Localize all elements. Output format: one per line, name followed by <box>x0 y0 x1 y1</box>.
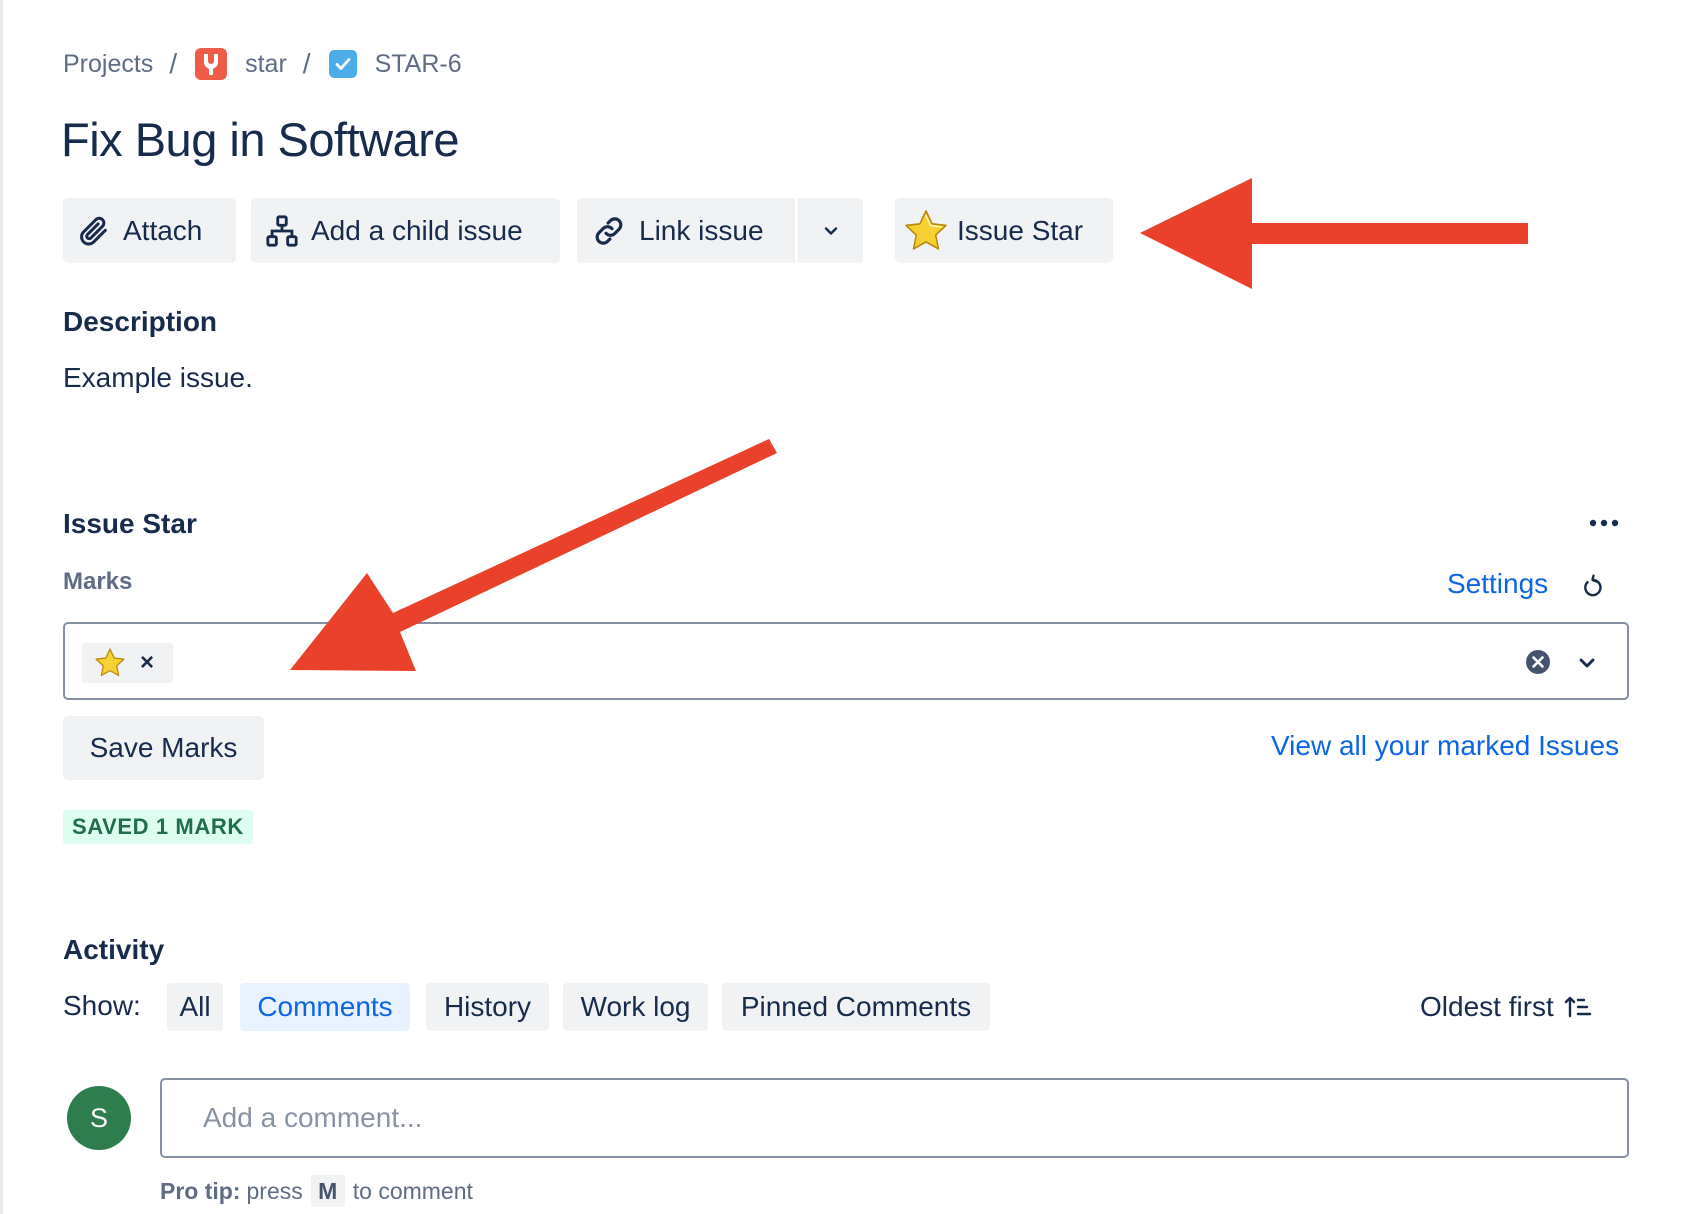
chevron-down-icon <box>824 226 837 235</box>
pro-tip-label: Pro tip: <box>160 1177 241 1204</box>
view-marked-issues-link[interactable]: View all your marked Issues <box>1271 730 1619 762</box>
breadcrumb: Projects / star / STAR-6 <box>63 44 462 84</box>
annotation-arrows <box>290 178 1528 671</box>
breadcrumb-project-link[interactable]: star <box>245 50 287 79</box>
link-issue-split-button: Link issue <box>577 198 863 263</box>
description-heading: Description <box>63 306 218 337</box>
chevron-down-icon[interactable] <box>1575 651 1599 675</box>
pro-tip-suffix-text: to comment <box>352 1177 473 1204</box>
sort-order-label: Oldest first <box>1420 991 1554 1022</box>
link-issue-button[interactable]: Link issue <box>577 198 795 263</box>
add-comment-input[interactable] <box>160 1078 1629 1158</box>
marks-multiselect[interactable]: × <box>63 622 1629 700</box>
breadcrumb-issue-key-link[interactable]: STAR-6 <box>375 50 462 79</box>
issue-title[interactable]: Fix Bug in Software <box>61 112 460 167</box>
panel-edge <box>0 0 3 1214</box>
pro-tip: Pro tip: press M to comment <box>160 1175 473 1207</box>
link-issue-dropdown-button[interactable] <box>798 198 863 263</box>
sort-ascending-icon <box>1564 994 1592 1020</box>
avatar[interactable]: S <box>67 1086 131 1150</box>
issue-star-button[interactable]: Issue Star <box>895 198 1113 263</box>
star-icon <box>94 647 126 679</box>
save-marks-button[interactable]: Save Marks <box>63 716 264 780</box>
breadcrumb-separator: / <box>169 48 178 79</box>
filter-comments-button[interactable]: Comments <box>240 983 410 1031</box>
remove-mark-button[interactable]: × <box>140 649 154 677</box>
activity-heading: Activity <box>63 934 165 965</box>
issue-page: Projects / star / STAR-6 Fix Bug in Soft… <box>0 0 1706 1214</box>
filter-all-button[interactable]: All <box>167 983 223 1031</box>
filter-history-button[interactable]: History <box>426 983 549 1031</box>
more-dots-icon <box>1589 519 1619 527</box>
add-child-issue-label: Add a child issue <box>311 214 523 246</box>
sort-order-button[interactable]: Oldest first <box>1420 985 1592 1029</box>
filter-pinned-comments-button[interactable]: Pinned Comments <box>722 983 990 1031</box>
annotation-arrow-right <box>1140 178 1528 289</box>
breadcrumb-separator: / <box>302 48 311 79</box>
star-icon <box>903 208 949 254</box>
breadcrumb-projects-link[interactable]: Projects <box>63 50 153 79</box>
link-issue-label: Link issue <box>639 214 764 246</box>
issue-star-panel-heading: Issue Star <box>63 508 197 539</box>
issue-star-button-label: Issue Star <box>957 214 1084 246</box>
selected-mark-tag: × <box>82 643 173 683</box>
description-text[interactable]: Example issue. <box>63 362 253 394</box>
task-type-icon <box>328 50 357 78</box>
add-child-issue-button[interactable]: Add a child issue <box>251 198 560 263</box>
attach-button-label: Attach <box>123 214 203 246</box>
settings-link[interactable]: Settings <box>1447 568 1548 600</box>
reset-icon[interactable] <box>1578 572 1608 602</box>
link-icon <box>591 213 627 249</box>
marks-field-label: Marks <box>63 568 133 595</box>
attach-button[interactable]: Attach <box>63 198 236 263</box>
activity-show-label: Show: <box>63 990 141 1021</box>
filter-work-log-button[interactable]: Work log <box>563 983 708 1031</box>
more-actions-button[interactable] <box>1582 508 1626 538</box>
paperclip-icon <box>77 214 111 248</box>
pro-tip-press-text: press <box>246 1177 303 1204</box>
status-badge: SAVED 1 MARK <box>63 810 253 844</box>
keyboard-shortcut-key: M <box>310 1175 345 1207</box>
project-avatar-icon[interactable] <box>195 48 228 80</box>
child-issue-hierarchy-icon <box>265 214 299 248</box>
clear-selection-icon[interactable] <box>1525 649 1551 675</box>
